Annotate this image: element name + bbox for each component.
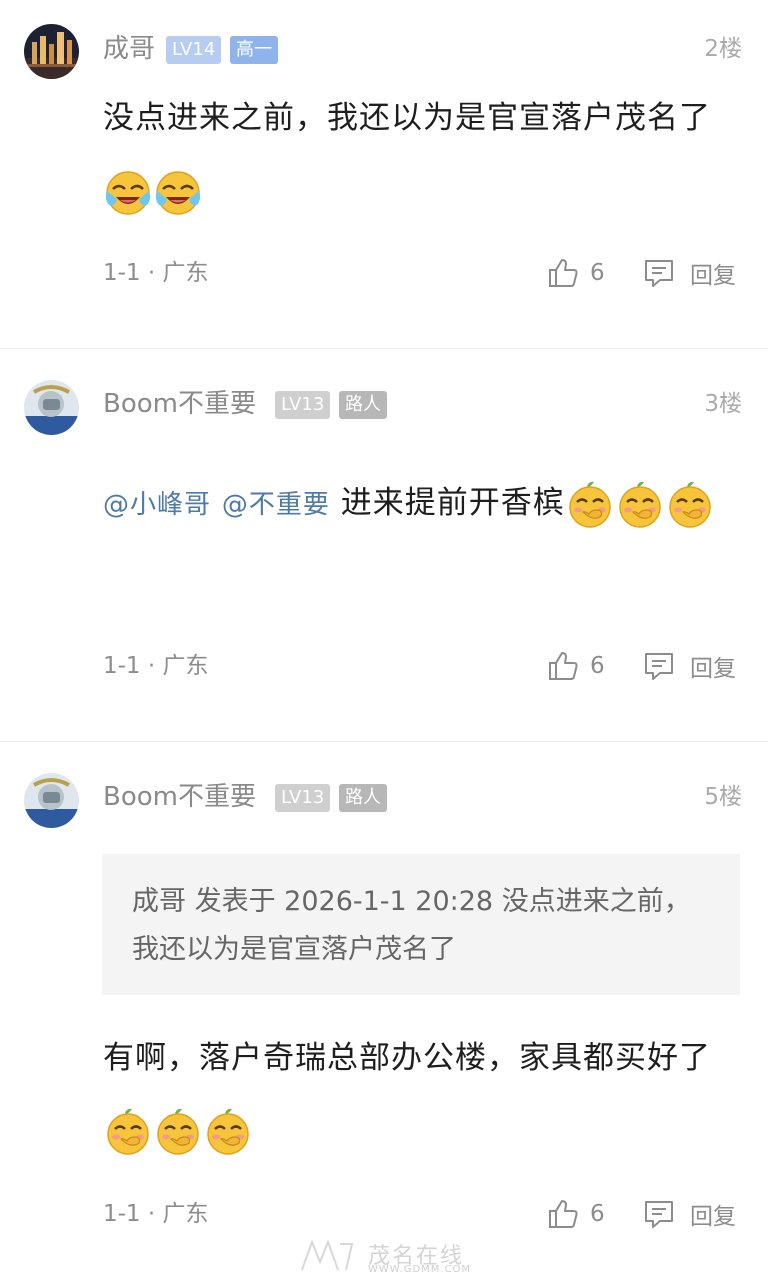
reply-button[interactable]: 回复 bbox=[642, 1197, 736, 1231]
site-watermark: 茂名在线 WWW.GDMM.COM bbox=[296, 1236, 496, 1276]
floor-number: 5楼 bbox=[704, 784, 742, 810]
avatar[interactable] bbox=[24, 773, 79, 828]
thumb-up-icon bbox=[546, 256, 580, 290]
mention-link[interactable]: @小峰哥 bbox=[103, 490, 211, 520]
like-button[interactable]: 6 bbox=[546, 649, 605, 683]
comment-text: @小峰哥 @不重要 进来提前开香槟 bbox=[103, 455, 723, 553]
comment-item: 成哥 LV14 高一 2楼 没点进来之前，我还以为是官宣落户茂名了 1-1 · … bbox=[0, 0, 768, 348]
reply-label: 回复 bbox=[690, 656, 736, 682]
username[interactable]: Boom不重要 bbox=[103, 782, 256, 812]
reply-button[interactable]: 回复 bbox=[642, 256, 736, 290]
comment-body: 有啊，落户奇瑞总部办公楼，家具都买好了 bbox=[103, 1040, 711, 1076]
thumb-up-icon bbox=[546, 1197, 580, 1231]
comment-item: Boom不重要 LV13 路人 3楼 @小峰哥 @不重要 进来提前开香槟 1-1… bbox=[0, 349, 768, 741]
avatar[interactable] bbox=[24, 380, 79, 435]
level-badge: LV14 bbox=[166, 36, 222, 64]
username[interactable]: Boom不重要 bbox=[103, 389, 256, 419]
comment-text: 有啊，落户奇瑞总部办公楼，家具都买好了 bbox=[103, 1022, 723, 1166]
comment-text: 没点进来之前，我还以为是官宣落户茂名了 bbox=[103, 82, 723, 226]
comment-item: Boom不重要 LV13 路人 5楼 成哥 发表于 2026-1-1 20:28… bbox=[0, 742, 768, 1280]
comment-body: 没点进来之前，我还以为是官宣落户茂名了 bbox=[103, 100, 711, 136]
role-badge: 路人 bbox=[339, 391, 387, 419]
comment-icon bbox=[642, 649, 676, 683]
thumb-up-icon bbox=[546, 649, 580, 683]
comment-body: 进来提前开香槟 bbox=[340, 485, 565, 521]
mention-link[interactable]: @不重要 bbox=[222, 490, 330, 520]
watermark-logo-icon bbox=[301, 1239, 354, 1271]
level-badge: LV13 bbox=[275, 784, 331, 812]
role-badge: 路人 bbox=[339, 784, 387, 812]
snicker-emoji bbox=[153, 1107, 203, 1157]
floor-number: 2楼 bbox=[704, 36, 742, 62]
reply-label: 回复 bbox=[690, 1204, 736, 1230]
like-button[interactable]: 6 bbox=[546, 1197, 605, 1231]
reply-button[interactable]: 回复 bbox=[642, 649, 736, 683]
like-button[interactable]: 6 bbox=[546, 256, 605, 290]
snicker-emoji bbox=[615, 480, 665, 530]
like-count: 6 bbox=[590, 260, 605, 286]
role-badge: 高一 bbox=[230, 36, 278, 64]
comment-meta: 1-1 · 广东 bbox=[103, 260, 209, 286]
comment-meta: 1-1 · 广东 bbox=[103, 1201, 209, 1227]
like-count: 6 bbox=[590, 1201, 605, 1227]
avatar[interactable] bbox=[24, 24, 79, 79]
quote-block[interactable]: 成哥 发表于 2026-1-1 20:28 没点进来之前，我还以为是官宣落户茂名… bbox=[102, 854, 740, 995]
level-badge: LV13 bbox=[275, 391, 331, 419]
snicker-emoji bbox=[103, 1107, 153, 1157]
cry-laugh-emoji bbox=[153, 167, 203, 217]
like-count: 6 bbox=[590, 653, 605, 679]
floor-number: 3楼 bbox=[704, 391, 742, 417]
cry-laugh-emoji bbox=[103, 167, 153, 217]
snicker-emoji bbox=[665, 480, 715, 530]
comment-icon bbox=[642, 256, 676, 290]
quote-text: 成哥 发表于 2026-1-1 20:28 没点进来之前，我还以为是官宣落户茂名… bbox=[132, 886, 691, 965]
snicker-emoji bbox=[565, 480, 615, 530]
comment-meta: 1-1 · 广东 bbox=[103, 653, 209, 679]
watermark-url: WWW.GDMM.COM bbox=[368, 1264, 472, 1275]
reply-label: 回复 bbox=[690, 263, 736, 289]
comment-icon bbox=[642, 1197, 676, 1231]
username[interactable]: 成哥 bbox=[103, 34, 155, 64]
snicker-emoji bbox=[203, 1107, 253, 1157]
